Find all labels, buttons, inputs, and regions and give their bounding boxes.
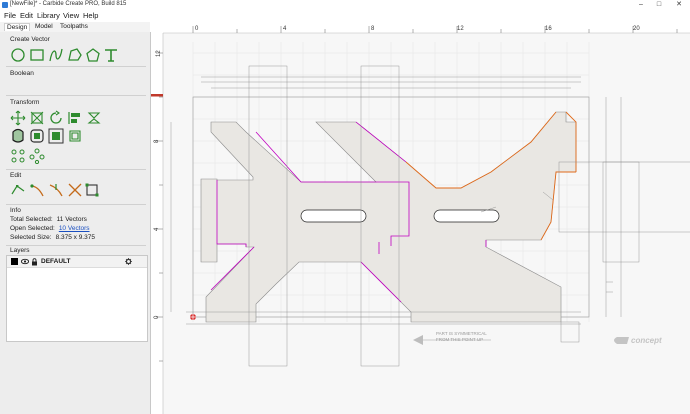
rotate-icon[interactable]	[48, 110, 64, 126]
ruler-marker	[151, 94, 163, 97]
menu-file[interactable]: File	[4, 11, 16, 20]
lock-icon[interactable]	[31, 257, 38, 266]
slot-left[interactable]	[300, 209, 367, 223]
cut-icon[interactable]	[67, 182, 83, 198]
layer-row-default[interactable]: DEFAULT	[7, 256, 147, 268]
info-open-link[interactable]: 10 Vectors	[59, 225, 90, 232]
text-tool-icon[interactable]	[103, 47, 119, 63]
layer-name: DEFAULT	[41, 258, 71, 265]
eye-icon[interactable]	[21, 258, 29, 265]
rectangle-tool-icon[interactable]	[29, 47, 45, 63]
info-size: Selected Size: 8.375 x 9.375	[10, 234, 95, 241]
align-icon[interactable]	[67, 110, 83, 126]
info-total-value: 11 Vectors	[56, 216, 87, 223]
nodes-array-icon[interactable]	[29, 148, 45, 164]
move-icon[interactable]	[10, 110, 26, 126]
node-edit-icon[interactable]	[10, 182, 26, 198]
transform-title: Transform	[10, 99, 40, 106]
close-button[interactable]: ✕	[672, 0, 686, 10]
tab-toolpaths[interactable]: Toolpaths	[58, 23, 90, 30]
symmetry-note-line2: FROM THIS POINT UP	[436, 337, 483, 342]
ruler-top-label: 12	[457, 26, 464, 32]
polygon-tool-icon[interactable]	[85, 47, 101, 63]
trim-icon[interactable]	[29, 182, 45, 198]
boolean-title: Boolean	[10, 70, 34, 77]
top-ruler	[151, 22, 690, 33]
layer-color-swatch[interactable]	[11, 258, 18, 265]
window-titlebar: [NewFile]* - Carbide Create PRO, Build 8…	[0, 0, 690, 10]
array-icon[interactable]	[48, 128, 64, 144]
app-logo-icon	[2, 2, 8, 8]
maximize-button[interactable]: □	[652, 0, 666, 10]
menu-help[interactable]: Help	[83, 11, 98, 20]
offset-icon[interactable]	[10, 128, 26, 144]
minimize-button[interactable]: –	[634, 0, 648, 10]
ruler-top-label: 20	[633, 26, 640, 32]
circular-array-icon[interactable]	[10, 148, 26, 164]
join-icon[interactable]	[29, 128, 45, 144]
tab-model[interactable]: Model	[33, 23, 55, 30]
group-icon[interactable]	[67, 128, 83, 144]
window-title: [NewFile]* - Carbide Create PRO, Build 8…	[10, 1, 127, 7]
info-open: Open Selected: 10 Vectors	[10, 225, 90, 232]
extend-icon[interactable]	[48, 182, 64, 198]
slot-right[interactable]	[433, 209, 500, 223]
info-title: Info	[10, 207, 21, 214]
bounding-box-icon[interactable]	[84, 182, 100, 198]
design-canvas[interactable]: 0 4 8 12 16 20 12 8 4 0 PART IS SYMMETRI…	[151, 22, 690, 414]
mirror-icon[interactable]	[86, 110, 102, 126]
menu-bar: File Edit Library View Help	[0, 10, 690, 21]
info-total: Total Selected: 11 Vectors	[10, 216, 87, 223]
part-shape[interactable]	[200, 111, 577, 323]
polyline-tool-icon[interactable]	[67, 47, 83, 63]
create-vector-title: Create Vector	[10, 36, 50, 43]
svg-text:concept: concept	[631, 336, 662, 345]
left-ruler	[151, 22, 163, 414]
circle-tool-icon[interactable]	[10, 47, 26, 63]
ruler-top-label: 16	[545, 26, 552, 32]
tab-design[interactable]: Design	[4, 23, 31, 31]
ruler-left-label: 12	[156, 50, 162, 57]
menu-view[interactable]: View	[63, 11, 79, 20]
info-size-value: 8.375 x 9.375	[55, 234, 95, 241]
concept-logo: concept	[614, 336, 662, 345]
gear-icon[interactable]	[125, 258, 132, 265]
menu-edit[interactable]: Edit	[20, 11, 33, 20]
curve-tool-icon[interactable]	[48, 47, 64, 63]
design-sidebar: Create Vector Boolean Transform Edit Inf…	[0, 32, 151, 414]
origin-marker-icon	[190, 314, 196, 320]
layers-list: DEFAULT	[6, 255, 148, 342]
scale-icon[interactable]	[29, 110, 45, 126]
symmetry-note-line1: PART IS SYMMETRICAL	[436, 331, 487, 336]
menu-library[interactable]: Library	[37, 11, 60, 20]
layers-title: Layers	[10, 247, 30, 254]
edit-title: Edit	[10, 172, 22, 179]
